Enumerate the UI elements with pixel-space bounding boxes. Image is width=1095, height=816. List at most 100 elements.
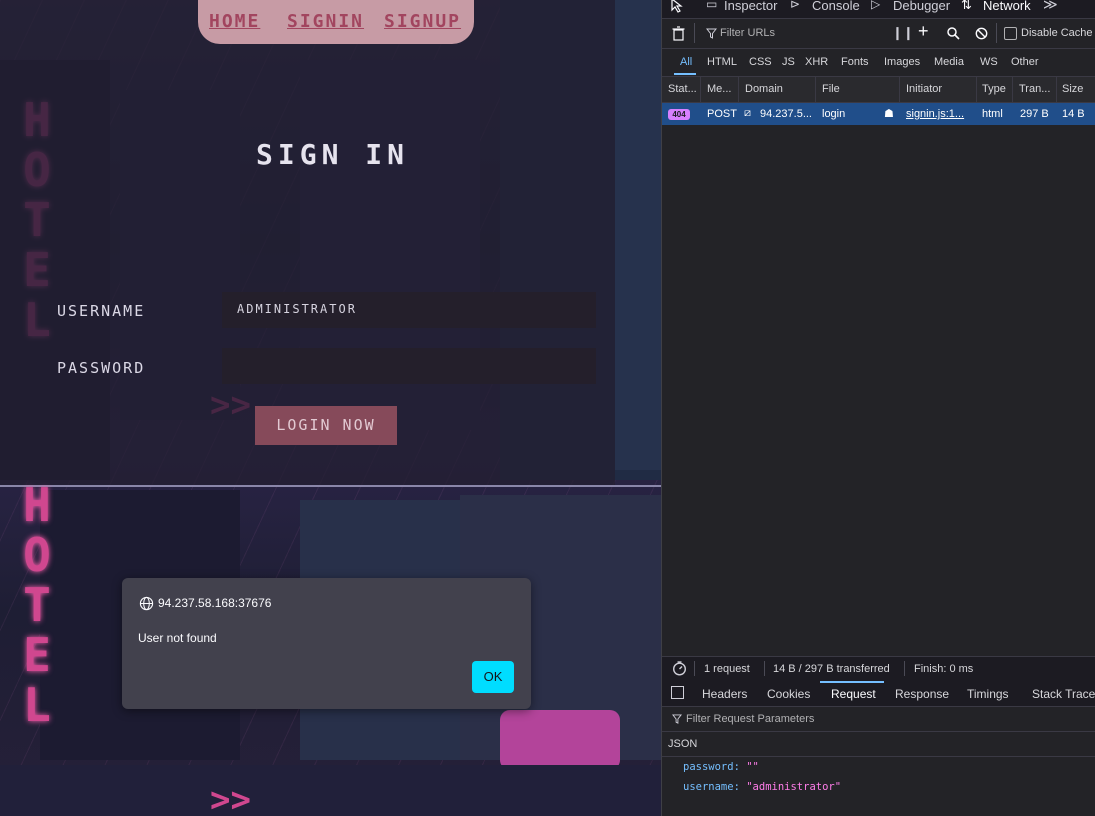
filter-all[interactable]: All xyxy=(680,56,692,68)
summary-divider xyxy=(694,661,695,676)
console-icon: ⊳ xyxy=(790,0,801,11)
tab-request[interactable]: Request xyxy=(831,687,876,701)
param-username: username: "administrator" xyxy=(683,781,841,793)
devtools-panel: ▭ Inspector ⊳ Console ▷ Debugger ⇅ Netwo… xyxy=(661,0,1095,816)
filter-other[interactable]: Other xyxy=(1011,56,1039,68)
top-nav: HOME SIGNIN SIGNUP xyxy=(198,0,474,44)
tab-cookies[interactable]: Cookies xyxy=(767,687,810,701)
login-button[interactable]: LOGIN NOW xyxy=(255,406,397,445)
column-divider xyxy=(738,77,739,102)
filter-images[interactable]: Images xyxy=(884,56,920,68)
col-size[interactable]: Size xyxy=(1062,83,1083,95)
search-icon[interactable] xyxy=(947,27,960,40)
param-value: "" xyxy=(746,761,759,773)
debugger-icon: ▷ xyxy=(871,0,881,11)
type-filter-bar: All HTML CSS JS XHR Fonts Images Media W… xyxy=(662,49,1095,77)
col-type[interactable]: Type xyxy=(982,83,1006,95)
param-key: password: xyxy=(683,761,740,773)
nav-signin-link[interactable]: SIGNIN xyxy=(287,11,364,32)
devtools-toolbar: ▭ Inspector ⊳ Console ▷ Debugger ⇅ Netwo… xyxy=(662,0,1095,19)
tab-inspector[interactable]: Inspector xyxy=(724,0,777,13)
col-method[interactable]: Me... xyxy=(707,83,731,95)
disable-cache-checkbox[interactable] xyxy=(1004,27,1017,40)
city-building xyxy=(615,0,661,470)
filter-icon xyxy=(706,28,717,39)
username-field[interactable]: ADMINISTRATOR xyxy=(222,292,596,328)
network-toolbar: Filter URLs ❙❙ + Disable Cache xyxy=(662,19,1095,49)
request-type: html xyxy=(982,108,1003,120)
panel-toggle-icon[interactable] xyxy=(671,686,684,699)
filter-js[interactable]: JS xyxy=(782,56,795,68)
tab-headers[interactable]: Headers xyxy=(702,687,747,701)
col-domain[interactable]: Domain xyxy=(745,83,783,95)
filter-media[interactable]: Media xyxy=(934,56,964,68)
password-field[interactable] xyxy=(222,348,596,384)
column-divider xyxy=(976,77,977,102)
inspector-icon: ▭ xyxy=(706,0,718,11)
active-filter-underline xyxy=(674,73,696,75)
alert-dialog: 94.237.58.168:37676 User not found OK xyxy=(122,578,531,709)
table-row[interactable]: 404 POST ⧄ 94.237.5... login ☗ signin.js… xyxy=(662,103,1095,125)
filter-urls-input[interactable]: Filter URLs xyxy=(720,27,775,39)
disable-cache-label: Disable Cache xyxy=(1021,27,1093,39)
filter-fonts[interactable]: Fonts xyxy=(841,56,869,68)
request-transferred: 297 B xyxy=(1020,108,1049,120)
pause-icon[interactable]: ❙❙ xyxy=(892,25,914,41)
username-label: USERNAME xyxy=(57,302,146,320)
add-icon[interactable]: + xyxy=(918,21,929,42)
request-size: 14 B xyxy=(1062,108,1085,120)
alert-message: User not found xyxy=(138,631,217,645)
request-initiator[interactable]: signin.js:1... xyxy=(906,108,964,120)
transferred-summary: 14 B / 297 B transferred xyxy=(773,663,890,675)
filter-ws[interactable]: WS xyxy=(980,56,998,68)
request-file: login xyxy=(822,108,846,120)
filter-css[interactable]: CSS xyxy=(749,56,772,68)
network-icon: ⇅ xyxy=(961,0,972,12)
summary-divider xyxy=(764,661,765,676)
insecure-lock-icon: ⧄ xyxy=(744,107,751,119)
element-picker-icon[interactable] xyxy=(670,0,684,14)
filter-request-params-input[interactable]: Filter Request Parameters xyxy=(686,713,814,725)
city-building xyxy=(0,765,661,816)
alert-origin: 94.237.58.168:37676 xyxy=(158,596,272,610)
col-file[interactable]: File xyxy=(822,83,840,95)
json-section-header: JSON xyxy=(662,732,1095,757)
trash-icon[interactable] xyxy=(672,26,685,41)
json-label[interactable]: JSON xyxy=(668,738,697,750)
website-viewport: >> >> HOTEL HOTEL HOME SIGNIN SIGNUP SIG… xyxy=(0,0,661,816)
nav-home-link[interactable]: HOME xyxy=(209,11,260,32)
tab-debugger[interactable]: Debugger xyxy=(893,0,950,13)
nav-signup-link[interactable]: SIGNUP xyxy=(384,11,461,32)
tab-console[interactable]: Console xyxy=(812,0,860,13)
network-summary-bar: 1 request 14 B / 297 B transferred Finis… xyxy=(662,656,1095,681)
active-tab-indicator xyxy=(820,681,884,683)
block-icon[interactable] xyxy=(975,27,988,40)
col-status[interactable]: Stat... xyxy=(668,83,697,95)
filter-html[interactable]: HTML xyxy=(707,56,737,68)
performance-icon[interactable] xyxy=(672,661,687,676)
request-table-header: Stat... Me... Domain File Initiator Type… xyxy=(662,77,1095,103)
request-method: POST xyxy=(707,108,737,120)
request-detail-tabs: Headers Cookies Request Response Timings… xyxy=(662,681,1095,707)
alert-ok-button[interactable]: OK xyxy=(472,661,514,693)
tab-network[interactable]: Network xyxy=(983,0,1031,13)
request-domain: 94.237.5... xyxy=(760,108,812,120)
overflow-chevron-icon[interactable]: ≫ xyxy=(1043,0,1058,13)
col-transferred[interactable]: Tran... xyxy=(1019,83,1050,95)
column-divider xyxy=(700,77,701,102)
tab-response[interactable]: Response xyxy=(895,687,949,701)
filter-xhr[interactable]: XHR xyxy=(805,56,828,68)
column-divider xyxy=(1012,77,1013,102)
page-title: SIGN IN xyxy=(256,138,410,171)
request-count: 1 request xyxy=(704,663,750,675)
globe-icon xyxy=(139,596,154,611)
toolbar-divider xyxy=(996,23,997,43)
password-label: PASSWORD xyxy=(57,359,146,377)
column-divider xyxy=(815,77,816,102)
tab-timings[interactable]: Timings xyxy=(967,687,1009,701)
col-initiator[interactable]: Initiator xyxy=(906,83,942,95)
filter-icon xyxy=(672,714,682,724)
tab-stack-trace[interactable]: Stack Trace xyxy=(1032,687,1095,701)
turtle-icon: ☗ xyxy=(884,108,894,120)
pink-neon-machine xyxy=(500,710,620,770)
